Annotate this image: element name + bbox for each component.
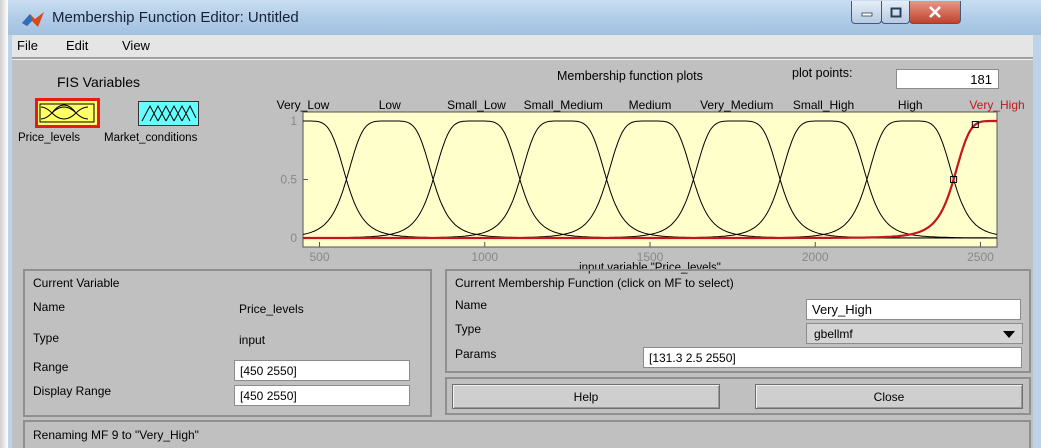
- x-tick-label: 1000: [471, 250, 498, 264]
- mf-label-very-high: Very_High: [969, 98, 1024, 112]
- x-tick-label: 2500: [967, 250, 994, 264]
- mf-type-label: Type: [455, 322, 482, 336]
- mf-params-input[interactable]: [131.3 2.5 2550]: [643, 347, 1022, 368]
- variable-type-value: input: [239, 333, 266, 347]
- mf-label-very-low: Very_Low: [277, 98, 330, 112]
- variable-type-label: Type: [33, 331, 60, 345]
- mf-label-medium: Medium: [629, 98, 672, 112]
- window: Membership Function Editor: Untitled Fil…: [0, 0, 1041, 448]
- mf-label-small-medium: Small_Medium: [524, 98, 603, 112]
- display-range-input[interactable]: [450 2550]: [234, 385, 410, 406]
- variable-name-value: Price_levels: [239, 302, 304, 316]
- window-title: Membership Function Editor: Untitled: [52, 9, 299, 26]
- range-input[interactable]: [450 2550]: [234, 360, 410, 381]
- y-tick-label: 0.5: [280, 173, 297, 187]
- current-mf-heading: Current Membership Function (click on MF…: [455, 276, 734, 290]
- plot-area: [302, 111, 998, 248]
- range-label: Range: [33, 360, 69, 374]
- x-tick-label: 2000: [802, 250, 829, 264]
- maximize-icon: [890, 7, 901, 17]
- chevron-down-icon: [1003, 331, 1015, 338]
- y-tick-label: 1: [290, 114, 297, 128]
- mf-params-label: Params: [455, 347, 497, 361]
- status-text: Renaming MF 9 to "Very_High": [33, 428, 199, 442]
- client-area: File Edit View FIS Variables Price_level…: [12, 35, 1033, 448]
- matlab-icon: [22, 12, 44, 27]
- display-range-label: Display Range: [33, 384, 112, 398]
- maximize-button[interactable]: [881, 1, 910, 24]
- variable-name-label: Name: [33, 300, 66, 314]
- minimize-icon: [861, 12, 872, 17]
- help-button[interactable]: Help: [452, 384, 720, 409]
- mf-label-small-low: Small_Low: [447, 98, 506, 112]
- mf-type-value: gbellmf: [814, 326, 853, 341]
- close-icon: [929, 6, 941, 18]
- mf-type-select[interactable]: gbellmf: [806, 323, 1023, 344]
- close-button[interactable]: Close: [755, 384, 1023, 409]
- title-bar[interactable]: Membership Function Editor: Untitled: [8, 0, 1041, 35]
- mf-name-input[interactable]: Very_High: [806, 299, 1021, 320]
- mf-label-high: High: [898, 98, 923, 112]
- close-window-button[interactable]: [909, 1, 961, 24]
- mf-label-small-high: Small_High: [793, 98, 854, 112]
- x-tick-label: 500: [310, 250, 330, 264]
- current-variable-heading: Current Variable: [33, 276, 120, 290]
- mf-label-very-medium: Very_Medium: [700, 98, 773, 112]
- minimize-button[interactable]: [851, 1, 882, 24]
- window-frame: Membership Function Editor: Untitled Fil…: [8, 0, 1041, 448]
- mf-name-label: Name: [455, 298, 488, 312]
- y-tick-label: 0: [290, 231, 297, 245]
- mf-label-low: Low: [379, 98, 401, 112]
- window-shadow: [0, 0, 8, 448]
